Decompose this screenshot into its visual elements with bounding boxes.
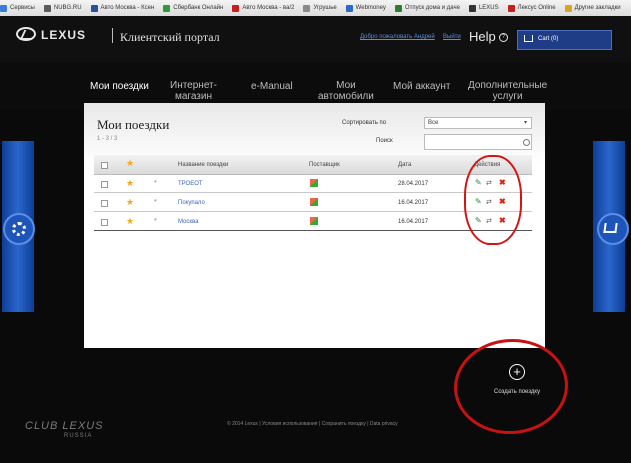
row-checkbox[interactable] — [101, 181, 108, 188]
bookmark-item[interactable]: Авто Москва - Ксен — [90, 4, 155, 12]
red-annotation-circle — [464, 155, 522, 245]
bookmark-label: Отпуск дома и даче — [404, 5, 460, 11]
bookmark-favicon-icon — [507, 4, 515, 12]
bookmark-favicon-icon — [345, 4, 353, 12]
nav-extra-services[interactable]: Дополнительные услуги — [468, 80, 547, 102]
search-label: Поиск — [376, 138, 393, 144]
bookmark-favicon-icon — [564, 4, 572, 12]
nav-e-manual[interactable]: e-Manual — [251, 81, 293, 92]
bullet-icon: • — [154, 215, 157, 224]
bookmark-favicon-icon — [303, 4, 311, 12]
bookmark-label: LEXUS — [478, 5, 499, 11]
bookmark-label: Сбербанк Онлайн — [173, 5, 224, 11]
column-header-provider[interactable]: Поставщик — [309, 162, 340, 168]
favorite-star-icon[interactable]: ★ — [126, 217, 134, 226]
column-header-name[interactable]: Название поездки — [178, 162, 228, 168]
bullet-icon: • — [154, 196, 157, 205]
bookmark-label: Сервисы — [10, 5, 35, 11]
logout-link[interactable]: Выйти — [443, 34, 461, 40]
bookmark-label: Лексус Online — [517, 5, 556, 11]
help-link[interactable]: Help — [469, 29, 496, 44]
sort-label: Сортировать по — [342, 120, 387, 126]
favorite-star-icon[interactable]: ★ — [126, 179, 134, 188]
nav-my-account[interactable]: Мой аккаунт — [393, 81, 450, 92]
search-icon[interactable] — [523, 139, 530, 146]
bookmark-item[interactable]: Отпуск дома и даче — [394, 4, 460, 12]
nav-my-trips[interactable]: Мои поездки — [90, 81, 149, 92]
provider-logo-icon — [310, 198, 318, 206]
bookmark-item[interactable]: Webmoney — [345, 4, 386, 12]
bookmark-item[interactable]: Сервисы — [0, 4, 35, 12]
bookmark-item[interactable]: Угрушье — [303, 4, 337, 12]
bookmark-favicon-icon — [394, 4, 402, 12]
bookmark-item[interactable]: Лексус Online — [507, 4, 556, 12]
sort-selected-value: Все — [428, 120, 439, 126]
trip-name-link[interactable]: ТРОЕОТ — [178, 181, 203, 187]
chevron-down-icon: ▾ — [524, 120, 528, 126]
create-trip-button[interactable]: Создать поездку — [494, 389, 540, 395]
gear-icon — [12, 222, 26, 236]
bookmarks-bar: Сервисы NUBG.RU Авто Москва - Ксен Сбербанк… — [0, 0, 631, 17]
club-lexus-watermark: CLUB LEXUS — [25, 420, 104, 432]
trip-date: 28.04.2017 — [398, 181, 429, 187]
bookmark-label: Угрушье — [313, 5, 337, 11]
header-divider — [112, 28, 113, 43]
select-all-checkbox[interactable] — [101, 162, 108, 169]
bookmark-favicon-icon — [43, 4, 51, 12]
portal-title: Клиентский портал — [120, 30, 220, 44]
nav-online-store-label: Интернет- магазин — [170, 80, 217, 102]
red-annotation-circle — [450, 335, 572, 438]
help-icon[interactable]: ? — [499, 33, 508, 42]
add-trip-icon[interactable]: + — [509, 364, 525, 380]
club-lexus-watermark-sub: RUSSIA — [64, 433, 93, 439]
bookmark-favicon-icon — [0, 4, 7, 12]
sort-select[interactable] — [424, 117, 532, 129]
trip-name-link[interactable]: Покупало — [178, 200, 205, 206]
row-checkbox[interactable] — [101, 219, 108, 226]
bookmark-label: Авто Москва - Ксен — [100, 5, 155, 11]
cart-label: Cart (0) — [538, 36, 559, 42]
page-title: Мои поездки — [97, 117, 170, 132]
bookmark-item[interactable]: Авто Москва - ва/2 — [232, 4, 295, 12]
bookmark-favicon-icon — [90, 4, 98, 12]
lexus-logo-icon[interactable] — [16, 27, 36, 41]
bookmark-item[interactable]: NUBG.RU — [43, 4, 82, 12]
bookmark-favicon-icon — [163, 4, 171, 12]
column-header-date[interactable]: Дата — [398, 162, 411, 168]
bookmark-item[interactable]: Другие закладки — [564, 4, 621, 12]
footer-links[interactable]: © 2014 Lexus | Условия использования | С… — [227, 421, 398, 427]
nav-my-cars-label: Мои автомобили — [318, 80, 374, 102]
star-icon: ★ — [126, 158, 135, 168]
provider-logo-icon — [310, 179, 318, 187]
bookmark-favicon-icon — [468, 4, 476, 12]
trip-date: 16.04.2017 — [398, 200, 429, 206]
bookmark-item[interactable]: Сбербанк Онлайн — [163, 4, 224, 12]
favorite-star-icon[interactable]: ★ — [126, 198, 134, 207]
provider-logo-icon — [310, 217, 318, 225]
bookmark-label: Другие закладки — [574, 5, 621, 11]
pagination-info: 1 - 3 / 3 — [97, 136, 118, 142]
bookmark-item[interactable]: LEXUS — [468, 4, 499, 12]
cart-icon — [524, 35, 533, 42]
nav-extra-services-label: Дополнительные услуги — [468, 80, 548, 102]
bookmark-favicon-icon — [232, 4, 240, 12]
bookmark-label: Webmoney — [355, 5, 386, 11]
bullet-icon: • — [154, 177, 157, 186]
bookmark-label: NUBG.RU — [53, 5, 82, 11]
row-checkbox[interactable] — [101, 200, 108, 207]
search-input[interactable] — [424, 134, 532, 150]
welcome-user-link[interactable]: Добро пожаловать Андрей — [360, 34, 435, 40]
row-divider — [94, 230, 532, 231]
trip-date: 16.04.2017 — [398, 219, 429, 225]
nav-my-cars[interactable]: Мои автомобили — [318, 80, 374, 102]
bookmark-label: Авто Москва - ва/2 — [242, 5, 295, 11]
brand-logo-text[interactable]: LEXUS — [41, 28, 86, 42]
trip-name-link[interactable]: Москва — [178, 219, 198, 225]
shopping-cart-icon — [603, 223, 618, 233]
nav-online-store[interactable]: Интернет- магазин — [170, 80, 217, 102]
